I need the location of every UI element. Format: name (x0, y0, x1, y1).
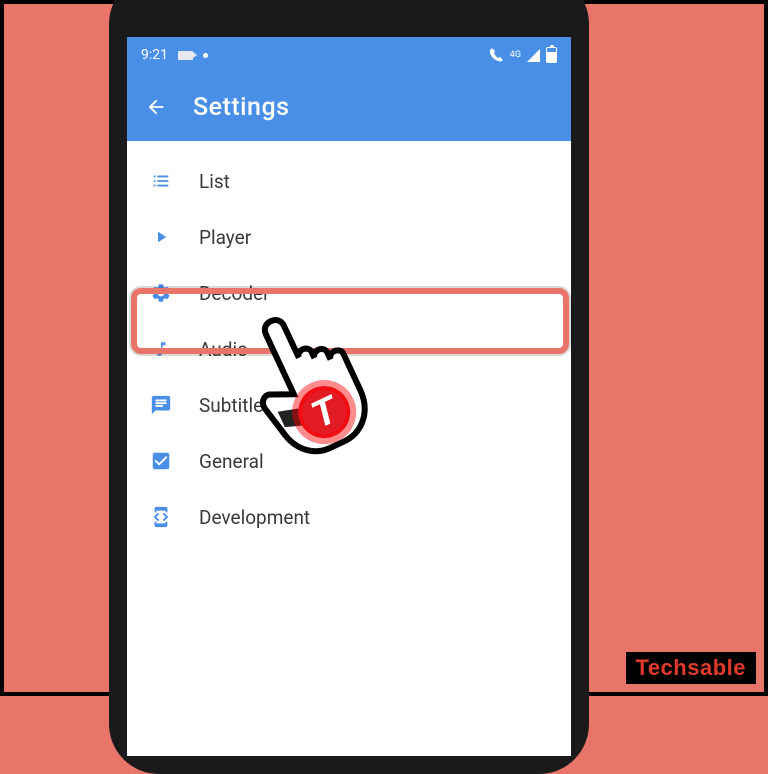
signal-icon (527, 49, 540, 62)
settings-label: Audio (199, 338, 248, 361)
status-right: 4G (488, 47, 557, 63)
status-left: 9:21 (141, 47, 208, 63)
phone-bezel: 9:21 4G Settings (117, 0, 581, 766)
settings-label: Decoder (199, 282, 270, 305)
settings-content: List Player Decoder (127, 141, 571, 756)
settings-label: Subtitle (199, 394, 263, 417)
app-bar: Settings (127, 73, 571, 141)
camcorder-icon (178, 51, 193, 60)
settings-item-list[interactable]: List (127, 153, 571, 209)
settings-item-player[interactable]: Player (127, 209, 571, 265)
gear-icon (149, 281, 173, 305)
list-icon (149, 169, 173, 193)
play-icon (149, 225, 173, 249)
music-note-icon (149, 337, 173, 361)
page-title: Settings (193, 93, 290, 122)
settings-label: Player (199, 226, 251, 249)
settings-item-subtitle[interactable]: Subtitle (127, 377, 571, 433)
check-box-icon (149, 449, 173, 473)
back-arrow-icon[interactable] (145, 96, 167, 118)
status-time: 9:21 (141, 47, 168, 63)
status-bar: 9:21 4G (127, 37, 571, 73)
chat-icon (149, 393, 173, 417)
settings-item-development[interactable]: Development (127, 489, 571, 545)
settings-label: List (199, 170, 230, 193)
watermark-text: Techsable (636, 655, 746, 680)
watermark: Techsable (626, 652, 756, 684)
status-dot-icon (203, 53, 208, 58)
call-icon (488, 48, 504, 62)
developer-icon (149, 505, 173, 529)
settings-item-audio[interactable]: Audio (127, 321, 571, 377)
settings-item-general[interactable]: General (127, 433, 571, 489)
network-label: 4G (510, 50, 521, 60)
screen: 9:21 4G Settings (127, 37, 571, 756)
settings-label: Development (199, 506, 310, 529)
settings-item-decoder[interactable]: Decoder (127, 265, 571, 321)
settings-label: General (199, 450, 264, 473)
phone-frame: 9:21 4G Settings (109, 0, 589, 774)
battery-icon (546, 47, 557, 63)
